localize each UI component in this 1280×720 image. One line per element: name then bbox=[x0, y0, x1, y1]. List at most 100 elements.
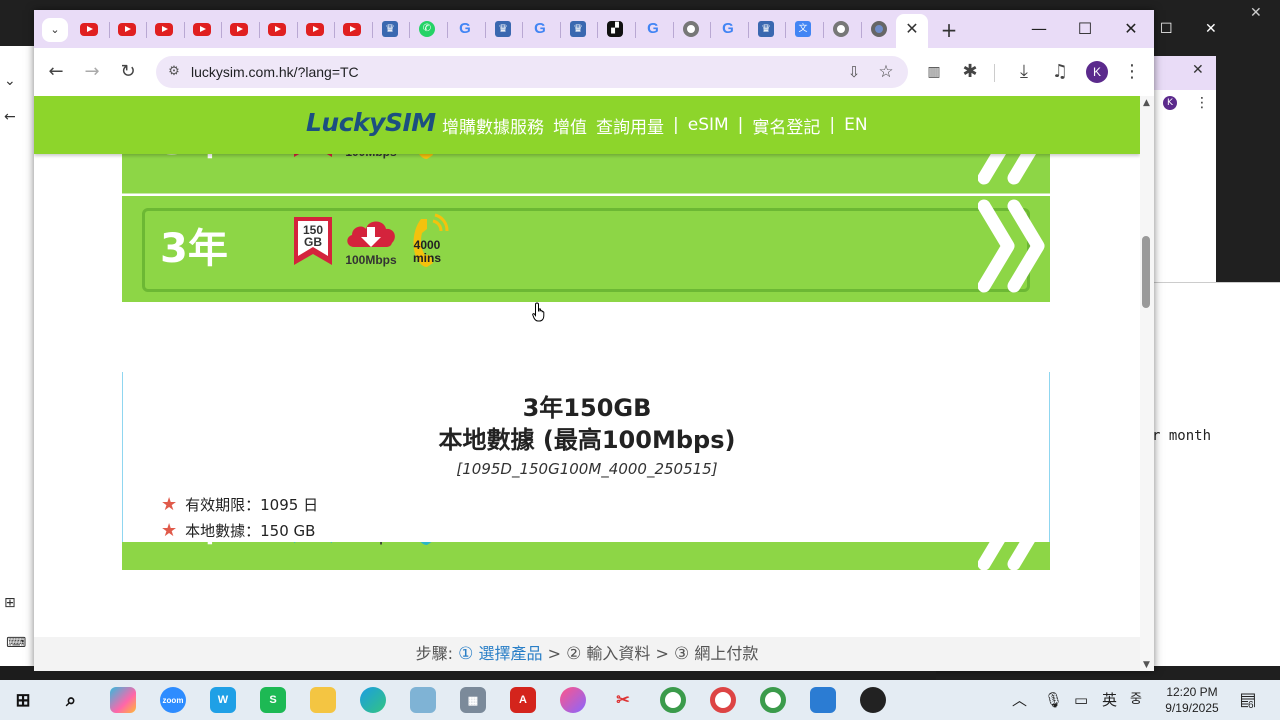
site-logo[interactable]: LuckySIM bbox=[306, 108, 436, 137]
address-bar[interactable]: ⚙ luckysim.com.hk/?lang=TC ⇩ ☆ bbox=[156, 56, 908, 88]
tab[interactable]: G bbox=[644, 20, 662, 38]
chevron-right-icon[interactable] bbox=[978, 198, 1050, 294]
nav-divider: | bbox=[737, 115, 744, 135]
url-text[interactable]: luckysim.com.hk/?lang=TC bbox=[191, 56, 359, 88]
tab-close-button[interactable]: ✕ bbox=[904, 20, 920, 38]
tab[interactable] bbox=[155, 20, 173, 38]
crown-icon: ♛ bbox=[382, 21, 398, 37]
acrobat-icon[interactable]: A bbox=[510, 687, 536, 713]
media-controls-icon[interactable]: ♫ bbox=[1048, 60, 1072, 84]
photos-icon[interactable] bbox=[810, 687, 836, 713]
whatsapp-icon: ✆ bbox=[419, 21, 435, 37]
tab[interactable]: G bbox=[719, 20, 737, 38]
microphone-icon[interactable]: 🎙 bbox=[1044, 690, 1063, 710]
start-windows-icon[interactable]: ⊞ bbox=[10, 687, 36, 713]
forward-button[interactable]: → bbox=[80, 60, 104, 84]
copilot-icon[interactable] bbox=[110, 687, 136, 713]
tab[interactable] bbox=[118, 20, 136, 38]
clock[interactable]: 12:20 PM 9/19/2025 bbox=[1160, 684, 1224, 716]
menu-icon[interactable]: ⋮ bbox=[1195, 96, 1209, 110]
bookmark-star-icon[interactable]: ☆ bbox=[876, 62, 896, 82]
translate-icon: 文 bbox=[795, 21, 811, 37]
tab[interactable]: ♛ bbox=[494, 20, 512, 38]
tab[interactable]: ♛ bbox=[757, 20, 775, 38]
close-icon[interactable]: ✕ bbox=[1250, 6, 1262, 20]
back-icon[interactable]: ← bbox=[4, 110, 16, 124]
nav-item[interactable]: 查詢用量 bbox=[596, 113, 664, 138]
chevron-up-icon[interactable]: ︿ bbox=[1012, 690, 1027, 710]
nav-item[interactable]: EN bbox=[844, 115, 867, 135]
calculator-icon[interactable]: ▦ bbox=[460, 687, 486, 713]
tab[interactable] bbox=[306, 20, 324, 38]
color-app-icon[interactable] bbox=[560, 687, 586, 713]
extension-icon[interactable]: ▥ bbox=[922, 60, 946, 84]
tab[interactable] bbox=[193, 20, 211, 38]
page-viewport: LuckySIM 增購數據服務增值查詢用量|eSIM|實名登記|EN 3年200… bbox=[34, 96, 1140, 671]
scroll-up-icon[interactable]: ▲ bbox=[1143, 98, 1150, 108]
nav-item[interactable]: 增值 bbox=[553, 113, 587, 138]
nav-item[interactable]: eSIM bbox=[688, 115, 729, 135]
file-explorer-icon[interactable] bbox=[310, 687, 336, 713]
close-window-button[interactable]: ✕ bbox=[1119, 18, 1143, 40]
tab[interactable]: ♛ bbox=[569, 20, 587, 38]
scrollbar[interactable] bbox=[1140, 96, 1154, 671]
back-button[interactable]: ← bbox=[44, 60, 68, 84]
plan-card[interactable]: 3年 150 GB 100Mbps 4000 mins bbox=[122, 196, 1050, 302]
tab[interactable]: ✆ bbox=[418, 20, 436, 38]
install-app-icon[interactable]: ⇩ bbox=[844, 62, 864, 82]
tab[interactable] bbox=[268, 20, 286, 38]
nav-item[interactable]: 增購數據服務 bbox=[442, 113, 544, 138]
close-icon[interactable]: ✕ bbox=[1192, 63, 1204, 77]
chevron-down-icon[interactable]: ⌄ bbox=[4, 74, 16, 88]
tab[interactable]: 文 bbox=[794, 20, 812, 38]
avatar[interactable]: K bbox=[1163, 96, 1177, 110]
youtube-icon bbox=[80, 22, 98, 36]
tab[interactable] bbox=[682, 20, 700, 38]
tab[interactable]: ♛ bbox=[381, 20, 399, 38]
profile-avatar[interactable]: K bbox=[1086, 61, 1108, 83]
notes-icon[interactable] bbox=[410, 687, 436, 713]
menu-icon[interactable]: ⋮ bbox=[1120, 60, 1144, 84]
clock-date: 9/19/2025 bbox=[1165, 701, 1219, 715]
w-app-icon[interactable]: W bbox=[210, 687, 236, 713]
edge-icon[interactable] bbox=[360, 687, 386, 713]
scrollbar-thumb[interactable] bbox=[1142, 236, 1150, 308]
obs-icon[interactable] bbox=[860, 687, 886, 713]
step-separator: > bbox=[547, 644, 561, 663]
tab[interactable] bbox=[832, 20, 850, 38]
new-tab-button[interactable]: + bbox=[938, 19, 960, 41]
ime-indicator[interactable]: 英 bbox=[1102, 690, 1117, 710]
minimize-button[interactable]: — bbox=[1027, 18, 1051, 40]
downloads-icon[interactable]: ⤓ bbox=[1012, 60, 1036, 84]
nav-item[interactable]: 實名登記 bbox=[752, 113, 820, 138]
step-2-text[interactable]: 輸入資料 bbox=[586, 644, 650, 663]
battery-icon[interactable]: ▭ bbox=[1074, 690, 1088, 710]
sheets-icon[interactable]: S bbox=[260, 687, 286, 713]
tab[interactable] bbox=[230, 20, 248, 38]
search-icon[interactable]: ⌕ bbox=[58, 687, 84, 713]
tab-divider bbox=[861, 22, 862, 38]
chrome-icon[interactable] bbox=[660, 687, 686, 713]
tab[interactable] bbox=[80, 20, 98, 38]
tab[interactable]: G bbox=[531, 20, 549, 38]
scroll-down-icon[interactable]: ▼ bbox=[1143, 660, 1150, 670]
maximize-button[interactable]: ☐ bbox=[1073, 18, 1097, 40]
ime-mode-indicator[interactable]: 중 bbox=[1130, 690, 1142, 710]
reload-button[interactable]: ↻ bbox=[116, 60, 140, 84]
chrome-icon[interactable] bbox=[760, 687, 786, 713]
step-3-text[interactable]: 網上付款 bbox=[694, 644, 758, 663]
extensions-puzzle-icon[interactable]: ✱ bbox=[958, 60, 982, 84]
tab[interactable]: G bbox=[456, 20, 474, 38]
tab-search-button[interactable]: ⌄ bbox=[42, 18, 68, 42]
tab[interactable] bbox=[870, 20, 888, 38]
toolbar-divider bbox=[994, 64, 995, 82]
close-icon[interactable]: ✕ bbox=[1205, 22, 1217, 36]
site-info-icon[interactable]: ⚙ bbox=[164, 62, 184, 82]
chrome-profile-icon[interactable] bbox=[710, 687, 736, 713]
zoom-icon[interactable]: zoom bbox=[160, 687, 186, 713]
tab[interactable] bbox=[343, 20, 361, 38]
maximize-icon[interactable]: ☐ bbox=[1160, 22, 1173, 36]
snipping-icon[interactable]: ✂ bbox=[610, 687, 636, 713]
tab[interactable]: ▞ bbox=[606, 20, 624, 38]
step-1-text[interactable]: 選擇產品 bbox=[478, 644, 542, 663]
